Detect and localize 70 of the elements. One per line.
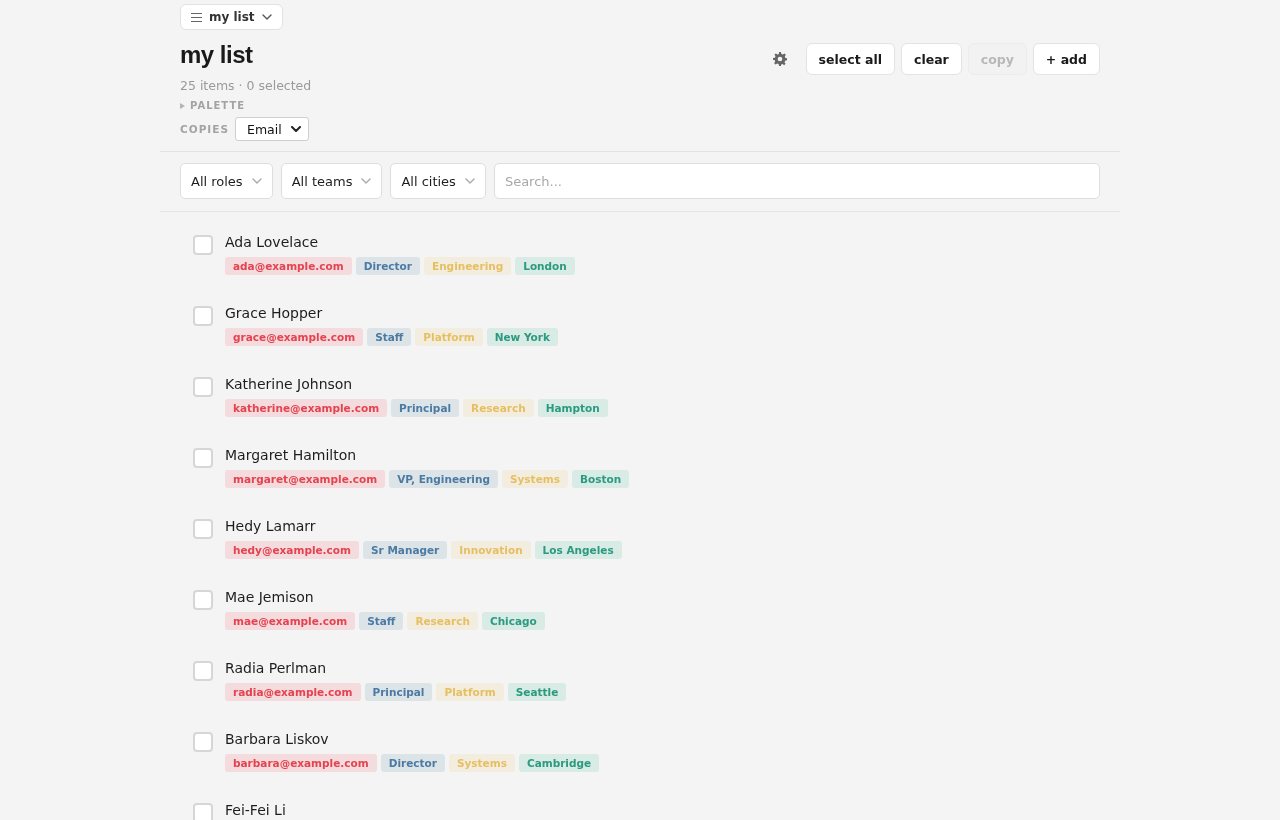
person-name: Fei-Fei Li <box>225 801 286 820</box>
action-button[interactable]: + add <box>1032 43 1100 75</box>
email-tag: grace@example.com <box>225 328 364 346</box>
person-name: Barbara Liskov <box>225 730 330 749</box>
email-tag: hedy@example.com <box>225 541 359 559</box>
action-button[interactable]: select all <box>805 43 895 75</box>
person-name: Katherine Johnson <box>225 375 354 394</box>
chevron-down-icon <box>261 14 272 20</box>
city-tag: Los Angeles <box>534 541 622 559</box>
person-name: Margaret Hamilton <box>225 446 358 465</box>
search-field[interactable]: Search... <box>493 163 1100 199</box>
settings-icon <box>772 52 787 66</box>
role-tag: Staff <box>367 328 412 346</box>
team-tag: Research <box>463 399 534 417</box>
team-tag: Engineering <box>423 257 512 275</box>
team-tag: Platform <box>436 683 504 701</box>
role-tag: Staff <box>359 612 404 630</box>
team-tag: Systems <box>448 754 515 772</box>
settings-button[interactable] <box>772 52 787 66</box>
page-title: my list <box>180 40 253 70</box>
checkbox[interactable] <box>193 519 213 539</box>
person-name: Radia Perlman <box>225 659 328 678</box>
city-tag: London <box>515 257 575 275</box>
filter-dropdown[interactable]: All teams <box>280 163 383 199</box>
person-name: Hedy Lamarr <box>225 517 317 536</box>
item-summary: 25 items · 0 selected <box>180 77 312 95</box>
email-tag: barbara@example.com <box>225 754 377 772</box>
city-tag: Hampton <box>537 399 608 417</box>
checkbox[interactable] <box>193 590 213 610</box>
person-name: Grace Hopper <box>225 304 324 323</box>
city-tag: Boston <box>571 470 630 488</box>
role-tag: VP, Engineering <box>389 470 498 488</box>
team-tag: Systems <box>501 470 568 488</box>
city-tag: Cambridge <box>518 754 600 772</box>
email-tag: radia@example.com <box>225 683 361 701</box>
team-tag: Innovation <box>451 541 531 559</box>
email-tag: mae@example.com <box>225 612 356 630</box>
checkbox[interactable] <box>193 235 213 255</box>
city-tag: New York <box>486 328 558 346</box>
role-tag: Principal <box>391 399 460 417</box>
menu-icon <box>191 12 202 22</box>
city-tag: Seattle <box>507 683 567 701</box>
team-tag: Research <box>407 612 478 630</box>
filter-dropdown[interactable]: All roles <box>180 163 273 199</box>
copies-select[interactable]: Email <box>235 117 309 141</box>
checkbox[interactable] <box>193 803 213 820</box>
email-tag: ada@example.com <box>225 257 352 275</box>
role-tag: Director <box>380 754 445 772</box>
chevron-down-icon <box>361 178 372 184</box>
city-tag: Chicago <box>481 612 545 630</box>
role-tag: Director <box>355 257 420 275</box>
role-tag: Principal <box>364 683 433 701</box>
person-name: Ada Lovelace <box>225 233 320 252</box>
list-switcher[interactable]: my list <box>180 4 283 30</box>
checkbox[interactable] <box>193 448 213 468</box>
team-tag: Platform <box>415 328 483 346</box>
checkbox[interactable] <box>193 306 213 326</box>
filter-dropdown[interactable]: All cities <box>390 163 486 199</box>
email-tag: margaret@example.com <box>225 470 386 488</box>
checkbox[interactable] <box>193 732 213 752</box>
chevron-down-icon <box>464 178 475 184</box>
checkbox[interactable] <box>193 661 213 681</box>
role-tag: Sr Manager <box>363 541 448 559</box>
chevron-down-icon <box>251 178 262 184</box>
checkbox[interactable] <box>193 377 213 397</box>
email-tag: katherine@example.com <box>225 399 388 417</box>
copies-label: COPIES <box>180 123 229 135</box>
chevron-down-icon <box>290 126 301 132</box>
action-button[interactable]: clear <box>900 43 962 75</box>
person-name: Mae Jemison <box>225 588 315 607</box>
